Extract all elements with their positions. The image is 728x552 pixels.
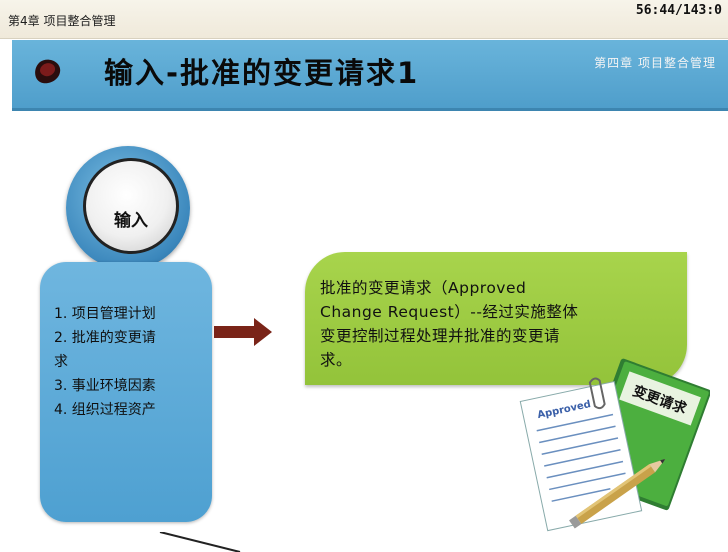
definition-line: Change Request）--经过实施整体 [320, 303, 579, 321]
inputs-list: 1. 项目管理计划 2. 批准的变更请 求 3. 事业环境因素 4. 组织过程资… [54, 302, 210, 422]
chapter-label: 第4章 项目整合管理 [8, 14, 116, 28]
playback-timer: 56:44/143:0 [635, 3, 722, 18]
input-item: 3. 事业环境因素 [54, 378, 156, 394]
slide-subtitle: 第四章 项目整合管理 [594, 56, 716, 70]
top-bar: 第4章 项目整合管理 56:44/143:0 [0, 0, 728, 39]
slide-view: 第4章 项目整合管理 56:44/143:0 输入-批准的变更请求1 第四章 项… [0, 0, 728, 552]
red-blob-bullet-icon [35, 59, 61, 84]
title-banner: 输入-批准的变更请求1 第四章 项目整合管理 [12, 40, 728, 111]
input-item: 2. 批准的变更请 [54, 330, 156, 346]
input-item: 1. 项目管理计划 [54, 306, 156, 322]
right-arrow-icon [214, 318, 272, 346]
definition-line: 批准的变更请求（Approved [320, 279, 527, 297]
definition-line: 变更控制过程处理并批准的变更请 [320, 327, 561, 345]
bottom-edge [159, 532, 241, 552]
input-circle-label: 输入 [114, 211, 148, 231]
slide-title: 输入-批准的变更请求1 [104, 56, 420, 90]
change-request-illustration: 变更请求 Approved [519, 358, 710, 532]
input-item: 求 [54, 354, 68, 370]
input-item: 4. 组织过程资产 [54, 402, 156, 418]
